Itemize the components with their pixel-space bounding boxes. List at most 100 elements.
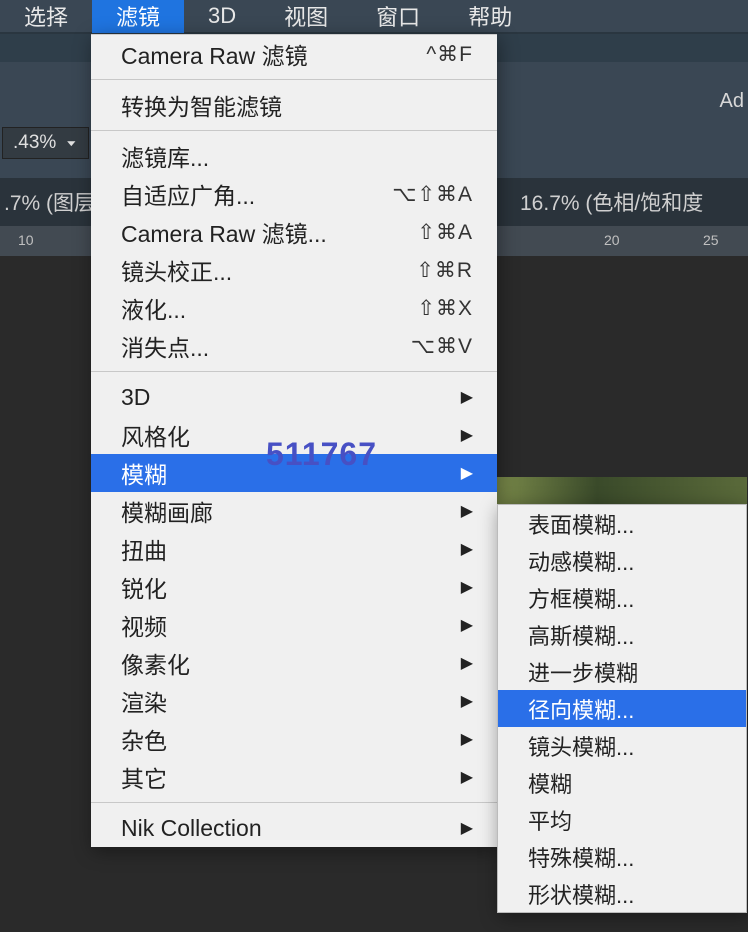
menu-separator — [91, 130, 497, 131]
menu-item-blur-gallery[interactable]: 模糊画廊 ▶ — [91, 492, 497, 530]
menu-item-sharpen[interactable]: 锐化 ▶ — [91, 568, 497, 606]
menu-item-label: Nik Collection — [121, 815, 262, 842]
submenu-item-smart-blur[interactable]: 特殊模糊... — [498, 838, 746, 875]
menu-item-camera-raw[interactable]: Camera Raw 滤镜 ^⌘F — [91, 35, 497, 73]
menu-separator — [91, 79, 497, 80]
menu-item-convert-smart[interactable]: 转换为智能滤镜 — [91, 86, 497, 124]
menu-item-label: Camera Raw 滤镜 — [121, 37, 308, 71]
menu-item-shortcut: ^⌘F — [426, 42, 473, 67]
submenu-item-radial-blur[interactable]: 径向模糊... — [498, 690, 746, 727]
submenu-item-average[interactable]: 平均 — [498, 801, 746, 838]
menu-item-camera-raw-filter[interactable]: Camera Raw 滤镜... ⇧⌘A — [91, 213, 497, 251]
submenu-item-motion-blur[interactable]: 动感模糊... — [498, 542, 746, 579]
menubar-item-help[interactable]: 帮助 — [444, 0, 536, 33]
menubar-item-filter[interactable]: 滤镜 — [92, 0, 184, 33]
menu-item-label: 渲染 — [121, 684, 167, 718]
menu-item-label: 像素化 — [121, 646, 190, 680]
zoom-dropdown[interactable]: .43% ▼ — [2, 127, 89, 159]
submenu-item-blur-more[interactable]: 进一步模糊 — [498, 653, 746, 690]
menubar-item-3d[interactable]: 3D — [184, 0, 260, 33]
menu-item-3d[interactable]: 3D ▶ — [91, 378, 497, 416]
submenu-item-gaussian-blur[interactable]: 高斯模糊... — [498, 616, 746, 653]
submenu-arrow-icon: ▶ — [461, 691, 473, 711]
menu-item-label: 杂色 — [121, 722, 167, 756]
submenu-item-surface-blur[interactable]: 表面模糊... — [498, 505, 746, 542]
menu-item-shortcut: ⇧⌘A — [417, 220, 473, 245]
menu-item-distort[interactable]: 扭曲 ▶ — [91, 530, 497, 568]
menu-item-pixelate[interactable]: 像素化 ▶ — [91, 644, 497, 682]
menu-item-label: 方框模糊... — [528, 582, 634, 614]
submenu-arrow-icon: ▶ — [461, 387, 473, 407]
menu-item-other[interactable]: 其它 ▶ — [91, 758, 497, 796]
menu-item-render[interactable]: 渲染 ▶ — [91, 682, 497, 720]
submenu-arrow-icon: ▶ — [461, 615, 473, 635]
menu-item-noise[interactable]: 杂色 ▶ — [91, 720, 497, 758]
menu-item-label: 动感模糊... — [528, 545, 634, 577]
menu-item-filter-gallery[interactable]: 滤镜库... — [91, 137, 497, 175]
menu-item-shortcut: ⇧⌘X — [417, 296, 473, 321]
menubar: 选择 滤镜 3D 视图 窗口 帮助 — [0, 0, 748, 34]
submenu-item-lens-blur[interactable]: 镜头模糊... — [498, 727, 746, 764]
menu-item-shortcut: ⇧⌘R — [416, 258, 473, 283]
menu-item-label: Camera Raw 滤镜... — [121, 215, 327, 249]
submenu-arrow-icon: ▶ — [461, 539, 473, 559]
image-thumbnail-edge — [497, 477, 747, 505]
zoom-row: .43% ▼ — [0, 124, 89, 162]
menu-item-liquify[interactable]: 液化... ⇧⌘X — [91, 289, 497, 327]
menu-item-shortcut: ⌥⌘V — [411, 334, 473, 359]
menu-item-label: 自适应广角... — [121, 177, 255, 211]
menu-item-label: 3D — [121, 384, 150, 411]
submenu-item-shape-blur[interactable]: 形状模糊... — [498, 875, 746, 912]
menu-item-vanishing-point[interactable]: 消失点... ⌥⌘V — [91, 327, 497, 365]
menu-item-label: 消失点... — [121, 329, 209, 363]
menu-item-adaptive-wide-angle[interactable]: 自适应广角... ⌥⇧⌘A — [91, 175, 497, 213]
menu-item-label: 形状模糊... — [528, 878, 634, 910]
menubar-item-window[interactable]: 窗口 — [352, 0, 444, 33]
menu-item-label: 镜头校正... — [121, 253, 232, 287]
zoom-value: .43% — [13, 132, 56, 154]
submenu-arrow-icon: ▶ — [461, 501, 473, 521]
menu-item-label: 镜头模糊... — [528, 730, 634, 762]
menu-item-lens-correction[interactable]: 镜头校正... ⇧⌘R — [91, 251, 497, 289]
filter-menu: Camera Raw 滤镜 ^⌘F 转换为智能滤镜 滤镜库... 自适应广角..… — [91, 34, 497, 847]
menu-item-label: 转换为智能滤镜 — [121, 88, 282, 122]
submenu-arrow-icon: ▶ — [461, 425, 473, 445]
submenu-arrow-icon: ▶ — [461, 767, 473, 787]
menu-item-label: 径向模糊... — [528, 693, 634, 725]
ruler-tick: 25 — [703, 232, 719, 248]
submenu-arrow-icon: ▶ — [461, 653, 473, 673]
submenu-arrow-icon: ▶ — [461, 463, 473, 483]
document-tab-right[interactable]: 16.7% (色相/饱和度 — [520, 187, 703, 217]
menubar-item-select[interactable]: 选择 — [0, 0, 92, 33]
menu-item-label: 其它 — [121, 760, 167, 794]
menubar-item-view[interactable]: 视图 — [260, 0, 352, 33]
submenu-arrow-icon: ▶ — [461, 577, 473, 597]
submenu-item-box-blur[interactable]: 方框模糊... — [498, 579, 746, 616]
menu-item-nik-collection[interactable]: Nik Collection ▶ — [91, 809, 497, 847]
menu-item-stylize[interactable]: 风格化 ▶ — [91, 416, 497, 454]
menu-item-blur[interactable]: 模糊 ▶ — [91, 454, 497, 492]
menu-separator — [91, 802, 497, 803]
menu-item-label: 液化... — [121, 291, 186, 325]
menu-item-video[interactable]: 视频 ▶ — [91, 606, 497, 644]
menu-item-label: 模糊画廊 — [121, 494, 213, 528]
menu-item-label: 锐化 — [121, 570, 167, 604]
blur-submenu: 表面模糊... 动感模糊... 方框模糊... 高斯模糊... 进一步模糊 径向… — [497, 504, 747, 913]
document-tab-left[interactable]: .7% (图层 — [0, 187, 95, 217]
menu-item-label: 滤镜库... — [121, 139, 209, 173]
ruler-tick: 10 — [18, 232, 34, 248]
menu-item-label: 表面模糊... — [528, 508, 634, 540]
menu-item-label: 风格化 — [121, 418, 190, 452]
submenu-item-blur[interactable]: 模糊 — [498, 764, 746, 801]
menu-item-label: 模糊 — [528, 767, 572, 799]
menu-item-label: 视频 — [121, 608, 167, 642]
menu-item-shortcut: ⌥⇧⌘A — [392, 182, 473, 207]
adobe-label: Ad — [720, 90, 748, 113]
menu-item-label: 模糊 — [121, 456, 167, 490]
menu-item-label: 特殊模糊... — [528, 841, 634, 873]
menu-item-label: 进一步模糊 — [528, 656, 638, 688]
menu-item-label: 平均 — [528, 804, 572, 836]
menu-separator — [91, 371, 497, 372]
ruler-tick: 20 — [604, 232, 620, 248]
submenu-arrow-icon: ▶ — [461, 818, 473, 838]
